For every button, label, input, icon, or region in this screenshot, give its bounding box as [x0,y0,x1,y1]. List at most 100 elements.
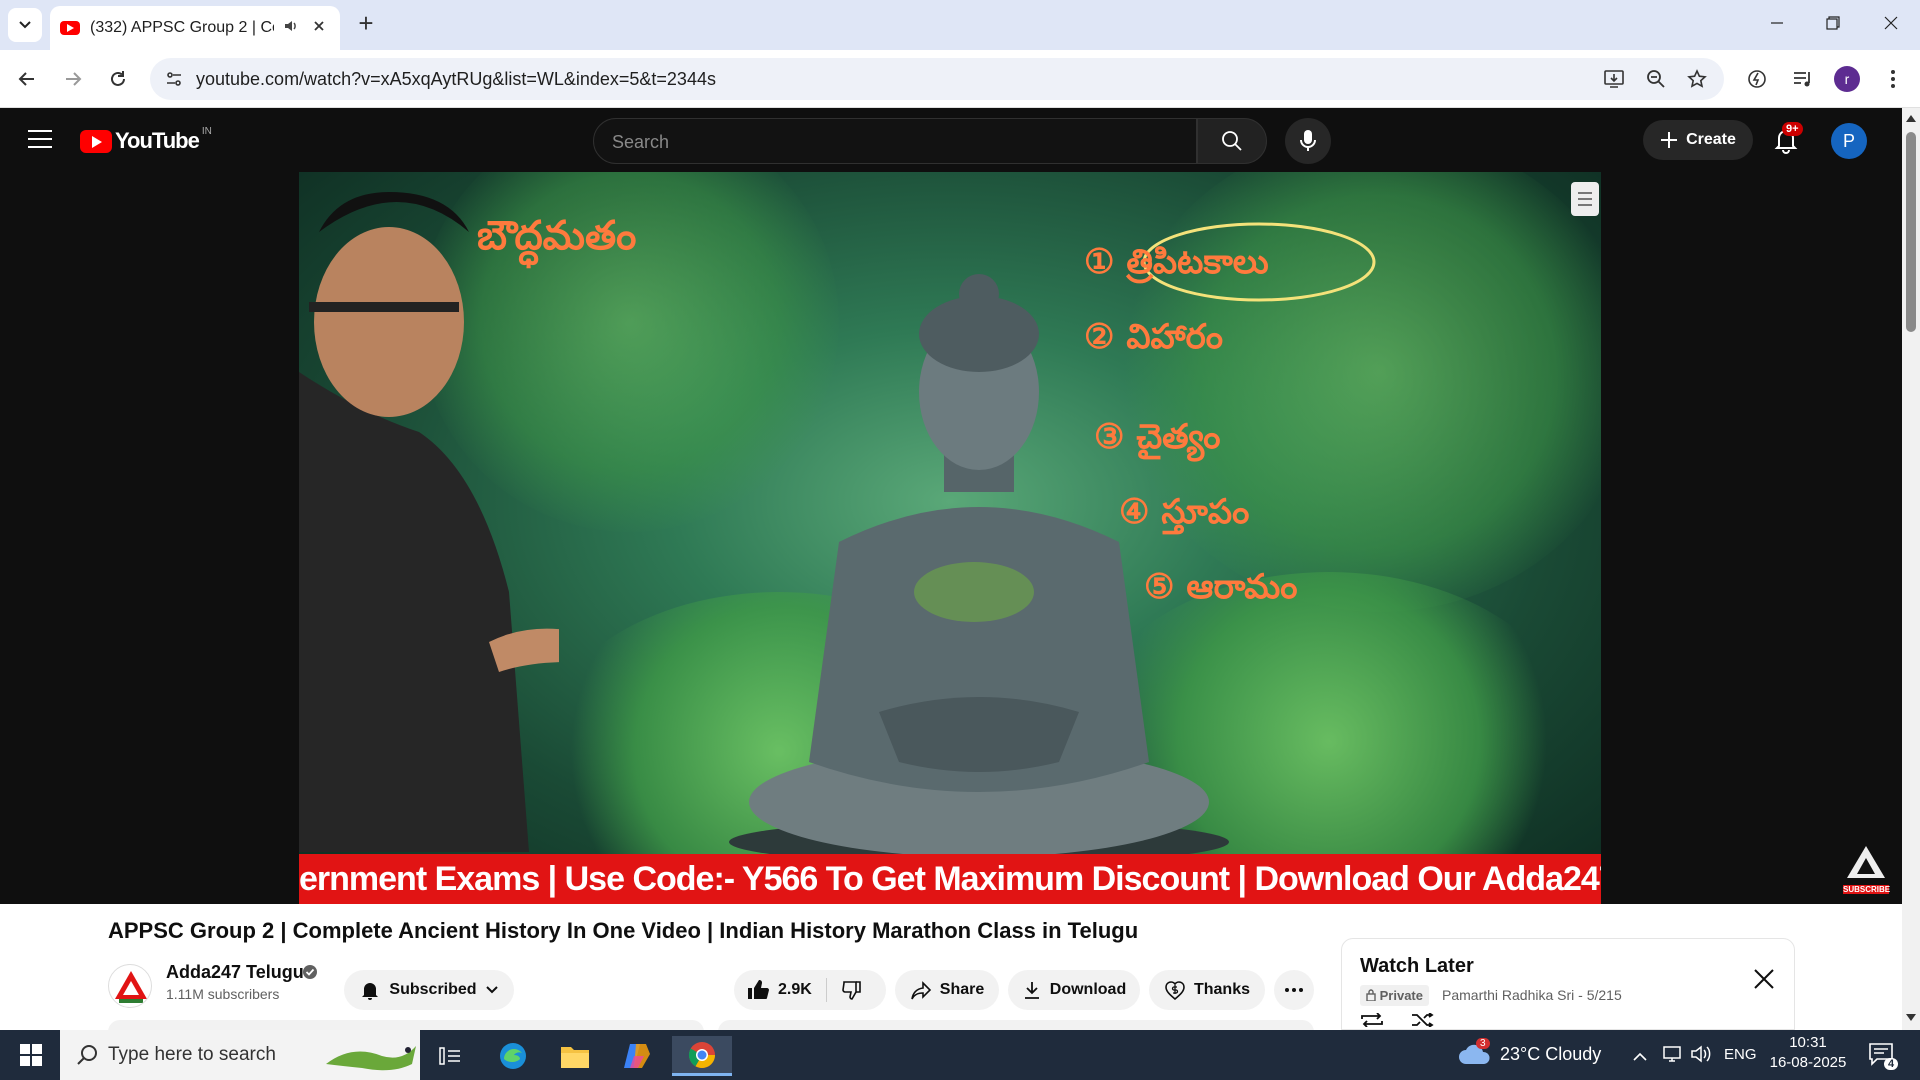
language-indicator[interactable]: ENG [1724,1046,1757,1063]
notification-count: 4 [1884,1058,1899,1070]
network-icon[interactable] [1662,1044,1682,1069]
taskbar-search-placeholder: Type here to search [108,1044,276,1065]
annotation-text: ④ స్తూపం [1119,492,1250,532]
more-actions-button[interactable] [1274,970,1314,1010]
notifications-badge: 9+ [1782,122,1803,136]
install-app-icon[interactable] [1602,67,1626,91]
like-button[interactable]: 2.9K [746,978,812,1002]
video-player[interactable]: బౌద్ధమతం ① త్రిపిటకాలు ② విహారం ③ చైత్యం… [299,172,1601,904]
adda247-avatar-icon [115,971,147,1003]
channel-avatar[interactable] [108,964,152,1008]
subscribed-label: Subscribed [389,981,477,998]
scroll-up-icon[interactable] [1906,114,1916,122]
share-icon [910,981,931,1000]
presenter [299,192,559,852]
volume-icon[interactable] [1690,1044,1712,1069]
browser-menu-icon[interactable] [1880,66,1906,92]
loop-icon[interactable] [1360,1013,1384,1027]
share-button[interactable]: Share [895,970,999,1010]
menu-icon[interactable] [28,130,52,148]
thanks-label: Thanks [1193,981,1250,998]
download-button[interactable]: Download [1008,970,1140,1010]
new-tab-button[interactable]: + [352,10,380,38]
bookmark-star-icon[interactable] [1685,67,1709,91]
annotation-text: ① త్రిపిటకాలు [1084,242,1269,282]
scrollbar-thumb[interactable] [1906,132,1916,332]
search-icon [77,1045,97,1065]
folder-icon [561,1047,589,1068]
zoom-icon[interactable] [1644,67,1668,91]
search-input[interactable]: Search [593,118,1197,164]
dislike-button[interactable] [841,979,863,1001]
hidden-icons-chevron-icon[interactable] [1632,1048,1648,1066]
channel-watermark[interactable]: SUBSCRIBE [1843,844,1890,894]
copilot-icon [624,1044,650,1068]
scroll-down-icon[interactable] [1906,1014,1916,1022]
voice-search-button[interactable] [1285,118,1331,164]
page-scrollbar[interactable] [1902,108,1920,1030]
youtube-favicon-icon [60,21,80,35]
youtube-header: YouTube IN Search Create 9+ P [0,108,1902,172]
channel-name[interactable]: Adda247 Telugu [166,962,304,983]
reload-icon [111,71,125,86]
reload-button[interactable] [103,64,133,94]
shuffle-icon[interactable] [1410,1013,1434,1027]
youtube-play-icon [80,129,112,153]
notes-icon[interactable] [1571,182,1599,216]
watch-later-title[interactable]: Watch Later [1360,955,1474,978]
clock[interactable]: 10:31 16-08-2025 [1766,1034,1850,1071]
weather-badge: 3 [1476,1038,1490,1049]
more-horizontal-icon [1285,988,1303,992]
file-explorer-app[interactable] [548,1036,602,1076]
forward-button[interactable] [58,64,88,94]
start-button[interactable] [4,1035,58,1075]
back-arrow-icon [18,72,34,86]
tab-search-button[interactable] [8,8,42,42]
minimize-button[interactable] [1754,8,1800,40]
like-count: 2.9K [778,981,812,998]
playlist-controls [1360,1013,1434,1027]
privacy-label: Private [1379,988,1423,1003]
site-info-icon[interactable] [162,67,186,91]
edge-app[interactable] [486,1036,540,1076]
browser-profile-avatar[interactable]: r [1834,66,1860,92]
account-avatar[interactable]: P [1831,123,1867,159]
address-bar[interactable]: youtube.com/watch?v=xA5xqAytRUg&list=WL&… [150,58,1724,100]
weather-text[interactable]: 23°C Cloudy [1500,1044,1601,1065]
task-view-button[interactable] [423,1036,477,1076]
search-placeholder: Search [612,132,670,152]
subscriber-count: 1.11M subscribers [166,986,280,1002]
performance-icon[interactable] [1744,66,1770,92]
close-playlist-icon[interactable] [1752,967,1776,991]
browser-tab-active[interactable]: (332) APPSC Group 2 | Com [50,6,340,50]
window-close-button[interactable] [1868,8,1914,40]
divider [825,978,827,1002]
video-details: APPSC Group 2 | Complete Ancient History… [0,904,1902,1030]
speaker-icon[interactable] [280,18,302,39]
copilot-app[interactable] [610,1036,664,1076]
media-controls-icon[interactable] [1789,66,1815,92]
restore-icon [1826,16,1840,30]
restore-button[interactable] [1810,8,1856,40]
tab-close-icon[interactable] [308,19,330,37]
annotation-text: ② విహారం [1084,317,1224,357]
windows-taskbar: Type here to search 3 23°C Cloudy ENG 10… [0,1030,1920,1080]
microphone-icon [1300,130,1316,151]
download-icon [1024,982,1039,999]
chrome-app[interactable] [672,1036,732,1076]
annotation-text: బౌద్ధమతం [477,212,637,259]
url-text: youtube.com/watch?v=xA5xqAytRUg&list=WL&… [196,69,716,89]
forward-arrow-icon [66,72,82,86]
create-button[interactable]: Create [1643,120,1753,160]
search-button[interactable] [1197,118,1267,164]
subscribed-button[interactable]: Subscribed [344,970,514,1010]
chevron-down-icon [19,21,31,29]
annotation-text: ③ చైత్యం [1094,417,1221,457]
windows-logo-icon [20,1044,42,1066]
video-title: APPSC Group 2 | Complete Ancient History… [108,918,1139,943]
youtube-wordmark: YouTube [115,128,200,153]
thanks-button[interactable]: Thanks [1149,970,1265,1010]
taskbar-search[interactable]: Type here to search [60,1030,420,1080]
youtube-logo[interactable]: YouTube IN [80,126,212,154]
back-button[interactable] [12,64,42,94]
